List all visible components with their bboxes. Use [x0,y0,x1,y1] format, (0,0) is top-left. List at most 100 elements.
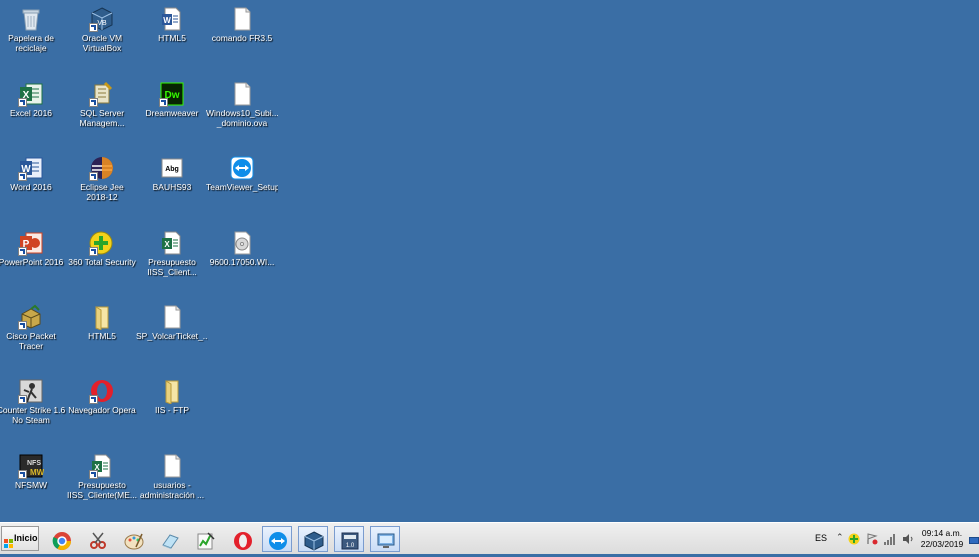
desktop-icon-oracle-vm-virtualbox[interactable]: VB Oracle VM VirtualBox [66,4,138,53]
desktop-icon-label: Counter Strike 1.6 No Steam [0,406,66,425]
show-desktop-button[interactable] [969,537,979,544]
desktop: Papelera de reciclaje X Excel 2016 W Wor… [0,0,979,522]
taskbar-paint[interactable] [118,526,148,552]
taskbar-calculator[interactable]: 1.0 [334,526,364,552]
taskbar: Inicio 1.0 ES ⌃ 09:14 a.m. 22/03/2019 [0,522,979,554]
taskbar-opera[interactable] [227,526,257,552]
desktop-icon-windows10-ova[interactable]: Windows10_Subi... _dominio.ova [206,79,278,128]
desktop-icon-label: 360 Total Security [68,258,136,267]
desktop-icon-label: SQL Server Managem... [79,109,125,128]
taskbar-teamviewer[interactable] [262,526,292,552]
taskbar-eraser[interactable] [154,526,184,552]
desktop-icon-nfsmw[interactable]: NFS MW NFSMW [0,451,67,491]
desktop-icon-label: HTML5 [158,34,186,43]
scissors-icon [90,532,106,549]
windows-flag-icon [4,534,13,549]
desktop-icon-bauhs93[interactable]: Abg BAUHS93 [136,153,208,193]
eraser-icon [162,534,179,549]
desktop-icon-teamviewer-setup[interactable]: TeamViewer_Setup [206,153,278,193]
start-label: Inicio [14,533,38,543]
folder-icon [159,378,185,405]
taskbar-virtualbox[interactable] [298,526,328,552]
desktop-icon-word-2016[interactable]: W Word 2016 [0,153,67,193]
desktop-icon-label: Navegador Opera [68,406,136,415]
desktop-icon-usuarios-administracion[interactable]: usuarios - administración ... [136,451,208,500]
svg-text:X: X [164,240,170,249]
font-file-icon: Abg [159,155,185,181]
powerpoint-icon: P [18,230,44,256]
desktop-icon-label: Dreamweaver [145,109,199,118]
taskbar-snipping-tool[interactable] [82,526,112,552]
show-hidden-icons-chevron-icon[interactable]: ⌃ [836,532,844,543]
desktop-icon-sql-server-management[interactable]: SQL Server Managem... [66,79,138,128]
desktop-icon-label: usuarios - administración ... [139,481,205,500]
calculator-icon: 1.0 [341,532,359,550]
desktop-icon-label: TeamViewer_Setup [206,183,278,192]
desktop-icon-label: NFSMW [14,481,48,490]
desktop-icon-label: HTML5 [88,332,116,341]
excel-icon: X [18,81,44,107]
opera-icon [89,378,115,404]
blank-file-icon [229,81,255,107]
virtualbox-icon: VB [89,6,115,32]
desktop-icon-navegador-opera[interactable]: Navegador Opera [66,376,138,416]
excel-file-icon: X [159,230,185,256]
taskbar-remote-desktop[interactable] [370,526,400,552]
blank-file-icon [229,6,255,32]
svg-text:MW: MW [30,468,44,477]
desktop-icon-html5-doc[interactable]: W HTML5 [136,4,208,44]
taskbar-task-manager[interactable] [190,526,220,552]
word-doc-icon: W [159,6,185,32]
desktop-icon-label: Papelera de reciclaje [8,34,54,53]
blank-file-icon [159,453,185,479]
desktop-icon-html5-folder[interactable]: HTML5 [66,302,138,342]
svg-text:VB: VB [97,20,107,27]
flag-action-center-icon[interactable] [866,532,878,550]
clock[interactable]: 09:14 a.m. 22/03/2019 [918,528,966,550]
svg-text:W: W [163,16,171,25]
desktop-icon-9600-iso[interactable]: 9600.17050.WI... [206,228,278,268]
desktop-icon-label: Presupuesto IISS_Client... [147,258,197,277]
desktop-icon-label: IIS - FTP [155,406,189,415]
360-security-tray-icon[interactable] [848,532,860,550]
desktop-icon-cisco-packet-tracer[interactable]: Cisco Packet Tracer [0,302,67,351]
desktop-icon-counter-strike[interactable]: Counter Strike 1.6 No Steam [0,376,67,425]
desktop-icon-label: SP_VolcarTicket_... [136,332,208,341]
desktop-icon-label: Windows10_Subi... _dominio.ova [206,109,278,128]
folder-icon [89,304,115,331]
desktop-icon-label: 9600.17050.WI... [209,258,275,267]
desktop-icon-360-total-security[interactable]: 360 Total Security [66,228,138,268]
svg-text:NFS: NFS [27,460,41,467]
nfsmw-icon: NFS MW [18,453,45,479]
svg-text:1.0: 1.0 [346,543,355,549]
blank-file-icon [159,304,185,330]
desktop-icon-label: Cisco Packet Tracer [6,332,56,351]
language-indicator[interactable]: ES [815,533,827,543]
excel-file-icon: X [89,453,115,479]
desktop-icon-powerpoint-2016[interactable]: P PowerPoint 2016 [0,228,67,268]
desktop-icon-label: Eclipse Jee 2018-12 [80,183,124,202]
desktop-icon-comando-fr35[interactable]: comando FR3.5 [206,4,278,44]
taskbar-chrome[interactable] [46,526,76,552]
virtualbox-icon [304,531,324,551]
desktop-icon-iis-ftp[interactable]: IIS - FTP [136,376,208,416]
start-button[interactable]: Inicio [1,526,39,551]
volume-icon[interactable] [902,532,914,550]
desktop-icon-sp-volcarticket[interactable]: SP_VolcarTicket_... [136,302,208,342]
desktop-icon-presupuesto-iiss-client[interactable]: X Presupuesto IISS_Client... [136,228,208,277]
desktop-icon-presupuesto-iiss-cliente-me[interactable]: X Presupuesto IISS_Cliente(ME... [66,451,138,500]
paint-palette-icon [124,533,144,550]
desktop-icon-label: Presupuesto IISS_Cliente(ME... [67,481,137,500]
desktop-icon-excel-2016[interactable]: X Excel 2016 [0,79,67,119]
desktop-icon-eclipse-jee[interactable]: Eclipse Jee 2018-12 [66,153,138,202]
counter-strike-icon [18,378,44,404]
remote-desktop-icon [377,533,395,548]
sql-server-icon [89,81,115,107]
chrome-icon [52,532,71,551]
desktop-icon-dreamweaver[interactable]: Dw Dreamweaver [136,79,208,119]
desktop-icon-label: Oracle VM VirtualBox [81,34,123,53]
network-signal-icon[interactable] [884,532,896,550]
clock-date: 22/03/2019 [920,539,964,549]
desktop-icon-recycle-bin[interactable]: Papelera de reciclaje [0,4,67,53]
desktop-icon-label: Excel 2016 [9,109,53,118]
